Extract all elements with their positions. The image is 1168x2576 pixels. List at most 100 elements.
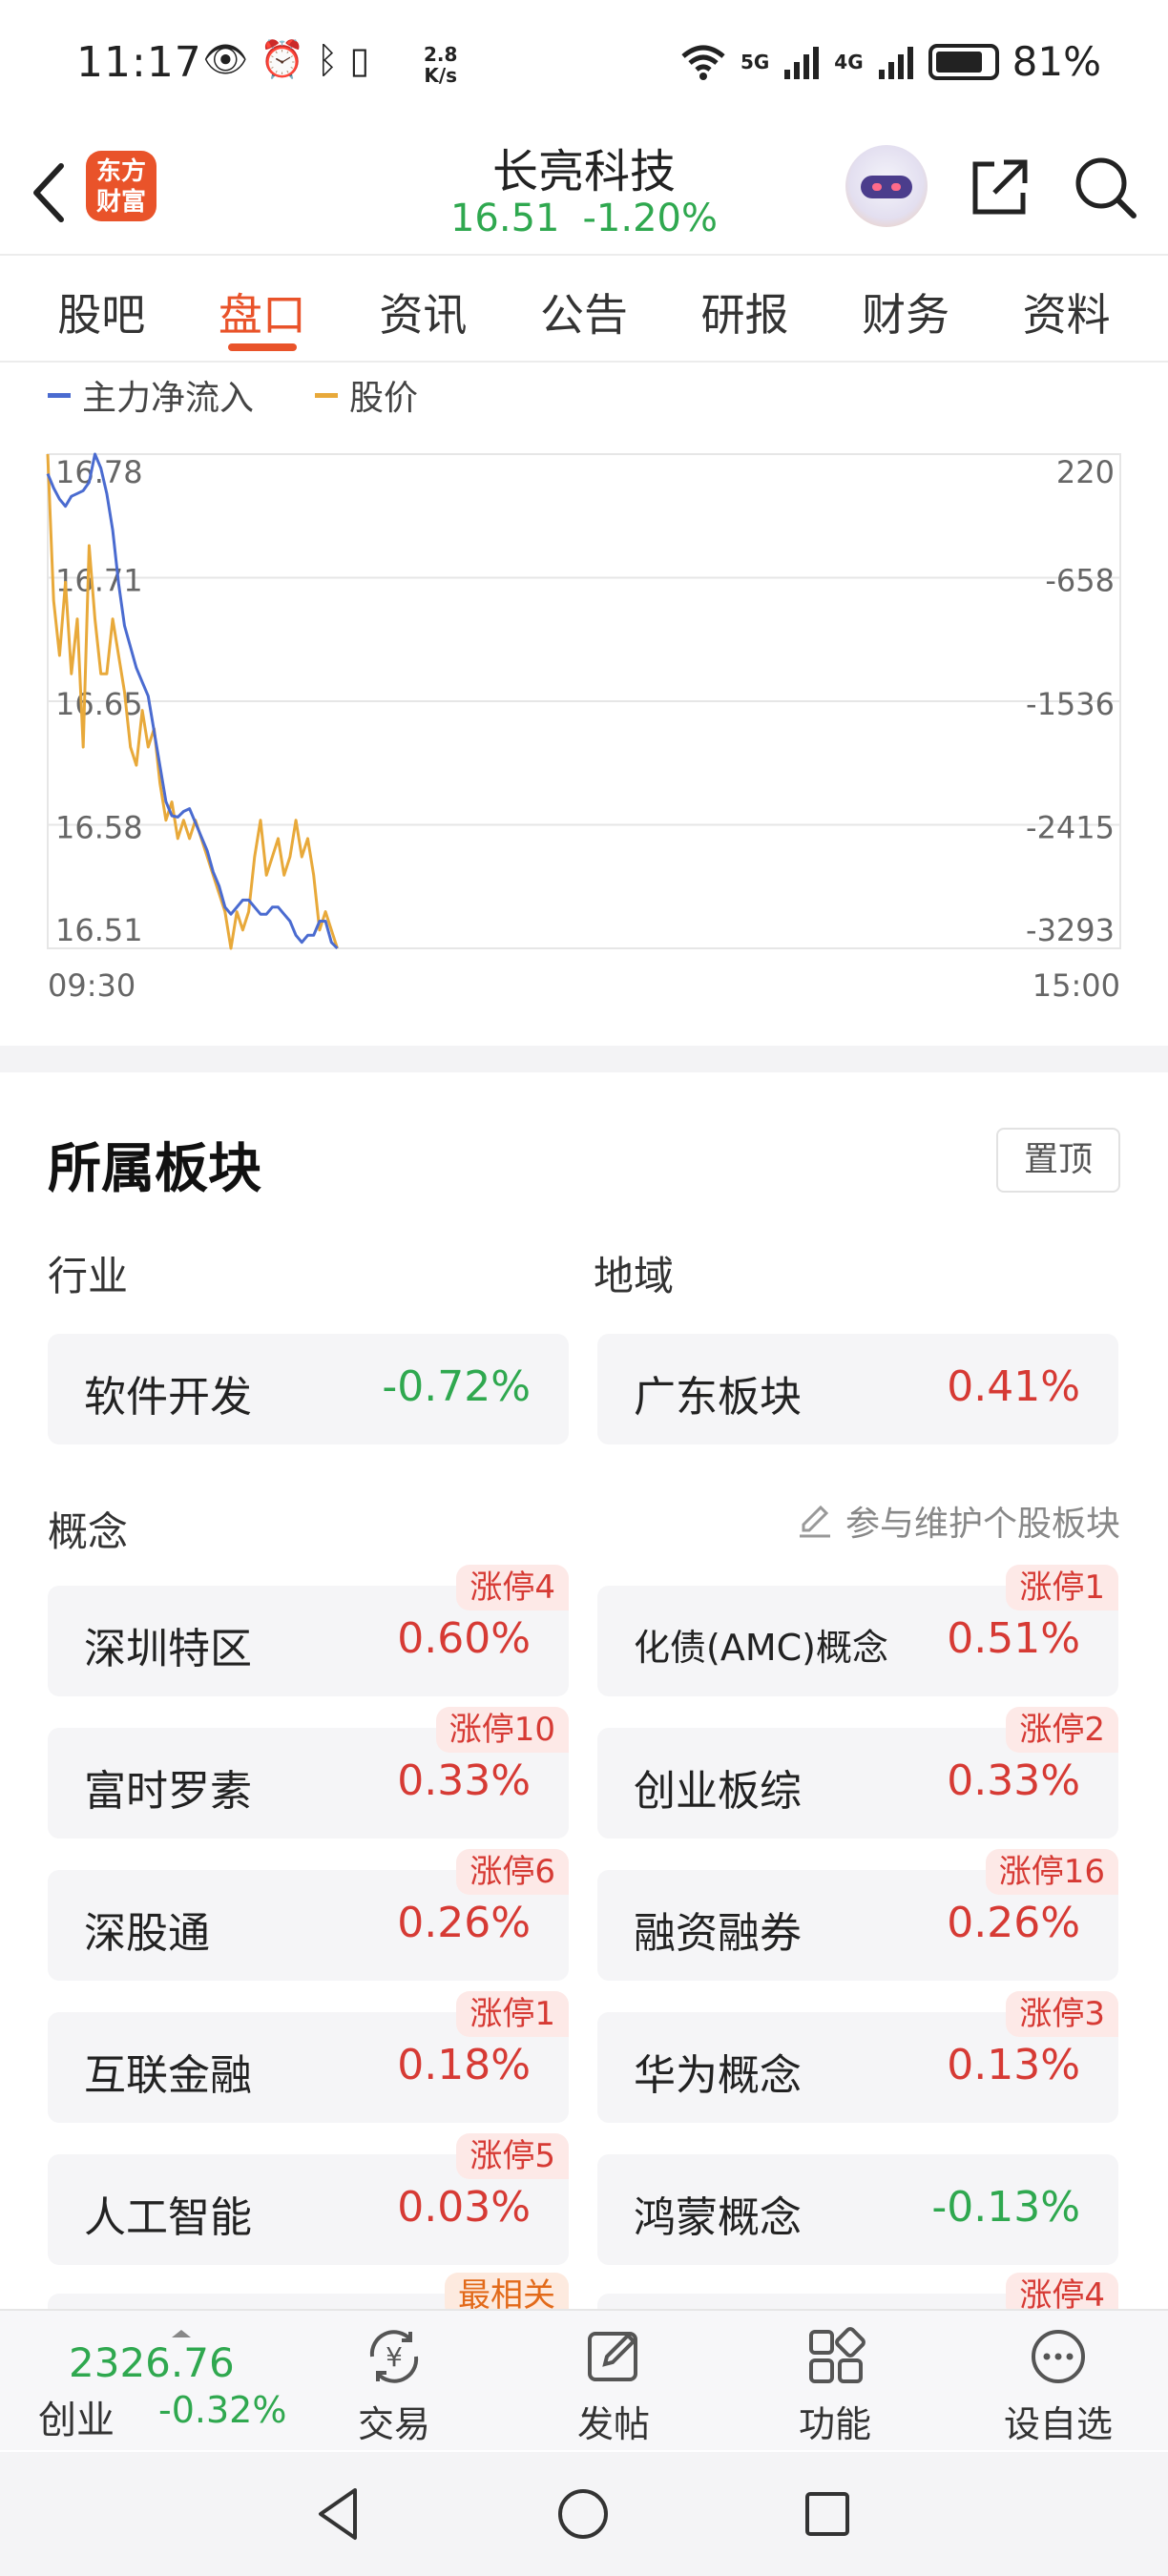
concept-card[interactable]: 互联金融 0.18% 涨停1 — [48, 1991, 569, 2123]
stock-price: 16.51 — [449, 197, 560, 240]
vibrate-icon: ▯ — [349, 38, 370, 81]
y-left-tick: 16.78 — [55, 454, 143, 490]
index-change: -0.32% — [158, 2389, 287, 2431]
concept-badge: 涨停16 — [985, 1849, 1118, 1895]
concept-pct: -0.13% — [931, 2183, 1080, 2232]
concept-card[interactable]: 深圳特区 0.60% 涨停4 — [48, 1565, 569, 1696]
x-tick: 09:30 — [48, 967, 136, 1004]
tab-profile[interactable]: 资料 — [1023, 258, 1111, 361]
y-right-tick: -2415 — [1026, 810, 1115, 846]
region-label: 地域 — [594, 1253, 675, 1299]
trade-label: 交易 — [357, 2403, 430, 2445]
assistant-bot-icon[interactable] — [845, 145, 928, 227]
tab-research[interactable]: 研报 — [701, 258, 789, 361]
legend-price-label: 股价 — [349, 379, 419, 418]
concept-card[interactable]: 创业板综 0.33% 涨停2 — [597, 1707, 1118, 1839]
signal-bars-icon — [784, 46, 820, 79]
status-time: 11:17 — [76, 38, 202, 87]
net-speed: 2.8 K/s — [424, 44, 457, 86]
wifi-icon — [681, 45, 725, 80]
index-name: 创业 — [38, 2399, 115, 2442]
post-label: 发帖 — [576, 2403, 650, 2445]
y-right-tick: 220 — [1056, 454, 1115, 490]
concept-label: 概念 — [48, 1508, 129, 1555]
tab-finance[interactable]: 财务 — [862, 258, 949, 361]
status-icons: 👁 ⏰ ᛒ ▯ — [202, 38, 369, 81]
concept-pct: 0.33% — [947, 1756, 1080, 1805]
concept-card[interactable]: 化债(AMC)概念 0.51% 涨停1 — [597, 1565, 1118, 1696]
concept-badge: 涨停10 — [435, 1707, 569, 1753]
concept-badge: 涨停4 — [456, 1565, 569, 1610]
nav-back-icon[interactable] — [307, 2481, 374, 2547]
concept-card[interactable]: 富时罗素 0.33% 涨停10 — [48, 1707, 569, 1839]
concept-name: 深股通 — [84, 1909, 210, 1958]
concept-pct: 0.26% — [397, 1899, 531, 1947]
intraday-flow-chart[interactable]: 16.78 220 16.71 -658 16.65 -1536 16.58 -2415 16.… — [0, 420, 1168, 1011]
concept-card[interactable]: 融资融券 0.26% 涨停16 — [597, 1849, 1118, 1981]
concept-badge: 涨停1 — [456, 1991, 569, 2037]
legend-price: 股价 — [315, 370, 418, 420]
y-right-tick: -3293 — [1026, 912, 1115, 948]
tab-bar: 股吧 盘口 资讯 公告 研报 财务 资料 — [0, 258, 1168, 363]
concept-badge: 涨停3 — [1006, 1991, 1118, 2037]
concept-badge: 涨停6 — [456, 1849, 569, 1895]
functions-button[interactable]: 功能 — [763, 2326, 907, 2447]
tab-news[interactable]: 资讯 — [379, 258, 467, 361]
concept-card[interactable]: 华为概念 0.13% 涨停3 — [597, 1991, 1118, 2123]
concept-name: 深圳特区 — [84, 1625, 252, 1673]
concept-pct: 0.60% — [397, 1614, 531, 1663]
post-button[interactable]: 发帖 — [542, 2326, 685, 2447]
concept-name: 富时罗素 — [84, 1767, 252, 1816]
pin-top-button[interactable]: 置顶 — [996, 1128, 1120, 1193]
y-left-tick: 16.71 — [55, 563, 143, 599]
concept-pct: 0.13% — [947, 2041, 1080, 2089]
concept-pct: 0.03% — [397, 2183, 531, 2232]
add-watchlist-button[interactable]: 设自选 — [987, 2326, 1130, 2447]
concept-name: 创业板综 — [634, 1767, 802, 1816]
industry-card[interactable]: 软件开发 -0.72% — [48, 1334, 569, 1444]
index-ticker[interactable]: 2326.76 创业 -0.32% — [38, 2330, 296, 2442]
status-bar: 11:17 👁 ⏰ ᛒ ▯ 2.8 K/s 5G 4G 81% — [0, 0, 1168, 134]
net-speed-unit: K/s — [424, 64, 458, 87]
sectors-title: 所属板块 — [48, 1138, 261, 1200]
nav-home-icon[interactable] — [550, 2481, 616, 2547]
concept-name: 融资融券 — [634, 1909, 802, 1958]
apps-grid-icon — [809, 2327, 866, 2383]
eye-icon: 👁 — [202, 38, 249, 80]
region-pct: 0.41% — [947, 1362, 1080, 1411]
concept-card[interactable]: 深股通 0.26% 涨停6 — [48, 1849, 569, 1981]
concept-badge: 涨停2 — [1006, 1707, 1118, 1753]
chart-legend: 主力净流入 股价 — [48, 370, 418, 420]
edit-icon — [799, 1505, 830, 1538]
tab-pankou[interactable]: 盘口 — [219, 258, 306, 361]
tab-announcements[interactable]: 公告 — [540, 258, 628, 361]
battery-percent: 81% — [1012, 38, 1101, 85]
caret-up-icon — [172, 2330, 191, 2337]
y-left-tick: 16.51 — [55, 912, 143, 948]
nav-recents-icon[interactable] — [794, 2481, 861, 2547]
alarm-icon: ⏰ — [260, 38, 305, 80]
legend-flow-swatch — [48, 392, 71, 398]
region-card[interactable]: 广东板块 0.41% — [597, 1334, 1118, 1444]
tab-guba[interactable]: 股吧 — [57, 258, 145, 361]
share-icon[interactable] — [966, 155, 1032, 221]
y-right-tick: -658 — [1045, 563, 1115, 599]
system-nav-bar — [0, 2452, 1168, 2576]
concept-pct: 0.33% — [397, 1756, 531, 1805]
concept-card[interactable]: 人工智能 0.03% 涨停5 — [48, 2133, 569, 2265]
functions-label: 功能 — [798, 2403, 871, 2445]
stock-header: 东方 财富 长亮科技 16.51 -1.20% — [0, 134, 1168, 256]
maintain-sectors-link[interactable]: 参与维护个股板块 — [796, 1496, 1120, 1546]
legend-flow-label: 主力净流入 — [82, 379, 255, 418]
concept-card[interactable]: 鸿蒙概念 -0.13% — [597, 2154, 1118, 2265]
index-value: 2326.76 — [69, 2339, 235, 2386]
concept-name: 人工智能 — [84, 2193, 252, 2242]
search-icon[interactable] — [1071, 153, 1139, 221]
legend-flow: 主力净流入 — [48, 370, 254, 420]
concept-name: 化债(AMC)概念 — [634, 1627, 888, 1669]
bluetooth-icon: ᛒ — [316, 38, 339, 81]
trade-button[interactable]: ¥ 交易 — [323, 2326, 466, 2447]
concept-name: 互联金融 — [84, 2051, 252, 2100]
battery-icon — [928, 43, 999, 80]
region-name: 广东板块 — [634, 1373, 802, 1422]
